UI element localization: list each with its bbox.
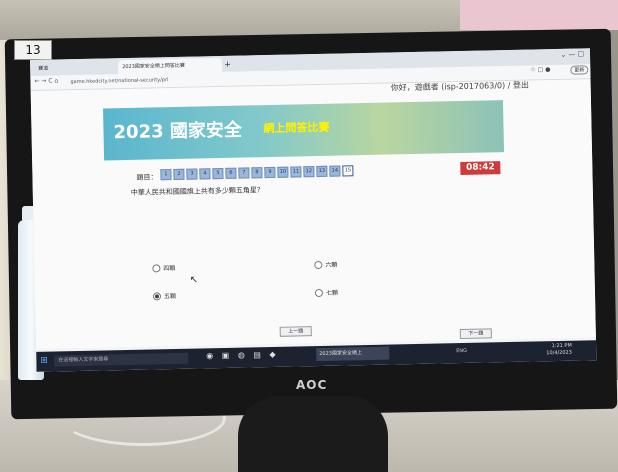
question-number-button[interactable]: 8 <box>251 167 263 179</box>
radio-option-4[interactable] <box>314 288 324 297</box>
navigation-icons[interactable]: ← → C ⌂ <box>34 77 58 84</box>
system-tray[interactable]: ENG <box>456 348 467 354</box>
countdown-timer: 08:42 <box>460 161 501 176</box>
previous-question-button[interactable]: 上一題 <box>279 326 312 337</box>
next-question-button[interactable]: 下一題 <box>459 328 492 340</box>
monitor-brand-logo: AOC <box>296 378 328 392</box>
monitor-number-label: 13 <box>14 40 52 60</box>
question-number-button[interactable]: 11 <box>290 166 302 178</box>
option-3[interactable]: 五顆 <box>152 291 177 301</box>
question-number-button[interactable]: 2 <box>173 168 185 181</box>
option-1-label: 四顆 <box>163 265 176 273</box>
question-number-button[interactable]: 7 <box>238 167 250 179</box>
taskbar-active-window[interactable]: 2023國家安全網上 <box>316 346 390 362</box>
toolbar-icons[interactable]: ☆ ▢ ● <box>530 66 550 73</box>
question-number-button[interactable]: 4 <box>199 168 211 180</box>
taskbar-app-icons[interactable]: ◉ ▣ ◍ ▤ ◆ <box>206 350 279 361</box>
question-number-label: 題目： <box>136 173 158 182</box>
clock-date: 10/4/2023 <box>546 349 572 357</box>
question-number-button[interactable]: 9 <box>264 166 276 179</box>
question-number-button[interactable]: 10 <box>277 166 289 178</box>
question-number-button[interactable]: 3 <box>186 168 198 180</box>
option-4-label: 七顆 <box>325 289 339 297</box>
monitor-stand <box>238 396 388 472</box>
question-number-button[interactable]: 14 <box>329 165 341 177</box>
question-number-button[interactable]: 1 <box>160 169 172 181</box>
option-4[interactable]: 七顆 <box>314 288 339 297</box>
question-number-button[interactable]: 12 <box>303 166 315 178</box>
option-1[interactable]: 四顆 <box>152 263 175 272</box>
question-number-button[interactable]: 5 <box>212 167 224 180</box>
option-3-label: 五顆 <box>163 292 177 301</box>
new-tab-button[interactable]: + <box>220 58 240 72</box>
question-number-button[interactable]: 15 <box>342 165 354 177</box>
radio-option-1[interactable] <box>152 263 161 272</box>
radio-option-3[interactable] <box>152 291 162 300</box>
windows-start-icon[interactable]: ⊞ <box>40 356 48 366</box>
question-number-button[interactable]: 6 <box>225 167 237 179</box>
banner-subtitle: 網上問答比賽 <box>263 120 330 136</box>
update-button[interactable]: 更新 <box>570 65 589 75</box>
pink-panel <box>460 0 618 30</box>
monitor-screen: 賽道 2023國家安全網上問答比賽 + ⌄ — ☐ ← → C ⌂ game.h… <box>30 48 597 372</box>
window-controls[interactable]: ⌄ — ☐ <box>560 50 584 58</box>
radio-option-2[interactable] <box>314 260 323 269</box>
banner-title: 2023 國家安全 <box>113 119 243 144</box>
option-2[interactable]: 六顆 <box>314 260 337 269</box>
taskbar-clock: 1:21 PM 10/4/2023 <box>546 343 572 358</box>
option-2-label: 六顆 <box>325 261 338 269</box>
question-number-button[interactable]: 13 <box>316 165 328 178</box>
mouse-cursor-icon: ↖ <box>189 274 199 286</box>
